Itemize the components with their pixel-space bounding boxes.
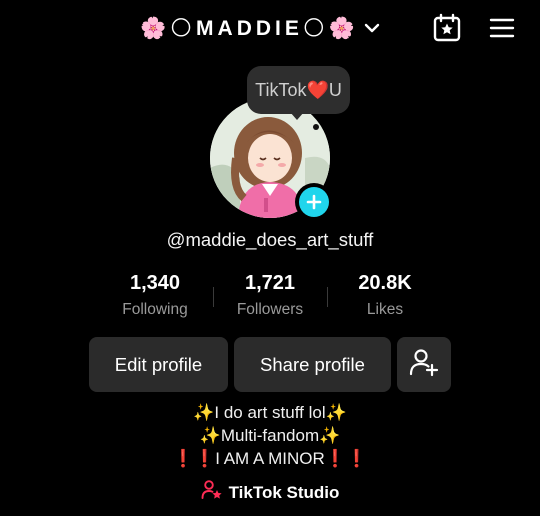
account-title: 🌸🌕MADDIE🌕🌸 (140, 16, 359, 40)
note-bubble-dot (313, 124, 319, 130)
stat-followers[interactable]: 1,721 Followers (212, 272, 328, 319)
stat-value: 1,721 (244, 272, 296, 294)
hamburger-menu-icon[interactable] (486, 12, 518, 44)
username: @maddie_does_art_stuff (166, 229, 374, 250)
add-photo-button[interactable] (295, 183, 333, 221)
stat-following[interactable]: 1,340 Following (97, 272, 213, 319)
stat-value: 20.8K (358, 272, 412, 294)
bio-line: ✨I do art stuff lol✨ (193, 403, 347, 422)
plus-icon (299, 187, 329, 217)
edit-profile-label: Edit profile (114, 353, 203, 375)
edit-profile-button[interactable]: Edit profile (89, 337, 228, 392)
tiktok-studio-link[interactable]: TikTok Studio (0, 479, 540, 506)
person-star-icon (201, 479, 223, 506)
stat-label: Likes (366, 301, 404, 318)
share-profile-button[interactable]: Share profile (234, 337, 391, 392)
bio-line: ✨Multi-fandom✨ (199, 426, 341, 445)
profile-stats: 1,340 Following 1,721 Followers 20.8K Li… (97, 272, 443, 324)
stat-label: Followers (236, 301, 304, 318)
note-bubble-text: TikTok❤️U (255, 79, 342, 100)
add-user-icon (409, 347, 439, 382)
calendar-star-icon[interactable] (431, 12, 463, 44)
share-profile-label: Share profile (260, 353, 365, 375)
stat-value: 1,340 (129, 272, 181, 294)
note-bubble[interactable]: TikTok❤️U (247, 66, 350, 114)
tiktok-studio-label: TikTok Studio (228, 482, 340, 502)
add-friends-button[interactable] (397, 337, 451, 392)
stat-label: Following (122, 301, 188, 318)
chevron-down-icon (363, 19, 381, 37)
top-bar: 🌸🌕MADDIE🌕🌸 (0, 0, 540, 56)
bio-line: ❗❗I AM A MINOR❗❗ (172, 449, 368, 468)
stat-likes[interactable]: 20.8K Likes (327, 272, 443, 319)
account-switcher[interactable]: 🌸🌕MADDIE🌕🌸 (140, 12, 381, 44)
profile-bio: ✨I do art stuff lol✨ ✨Multi-fandom✨ ❗❗I … (0, 401, 540, 470)
note-bubble-tail (290, 112, 304, 120)
